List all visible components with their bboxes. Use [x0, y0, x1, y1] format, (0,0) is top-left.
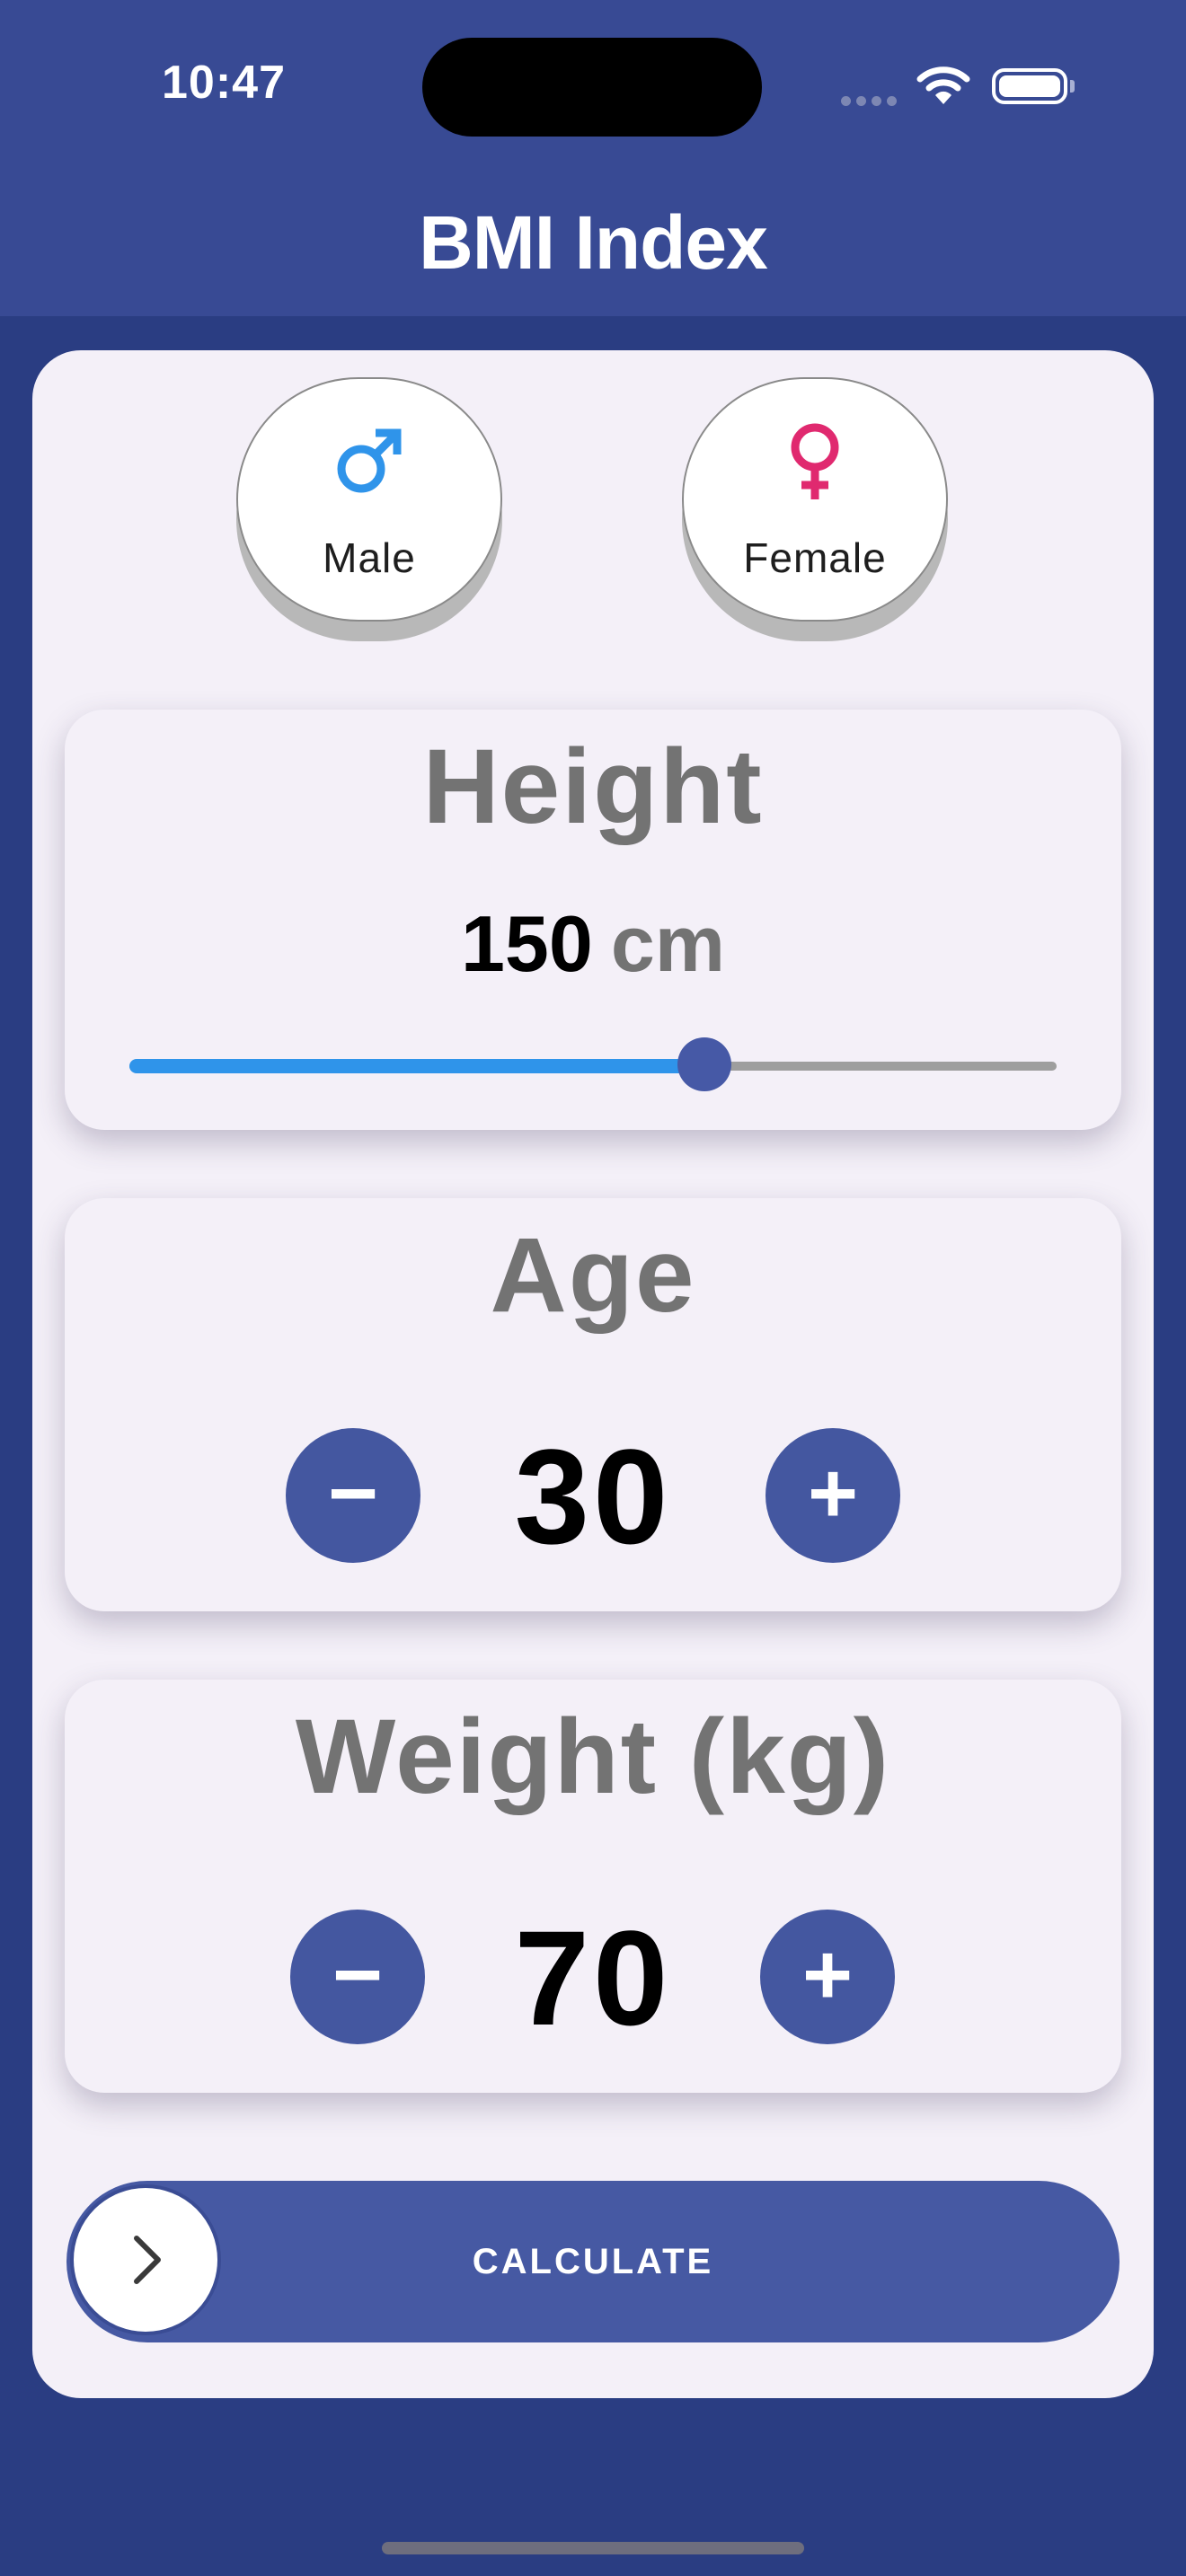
weight-title: Weight (kg) — [295, 1698, 891, 1816]
weight-value: 70 — [514, 1902, 672, 2053]
home-indicator — [382, 2542, 804, 2554]
female-icon — [684, 417, 946, 519]
height-title: Height — [422, 728, 764, 846]
calculate-button[interactable]: CALCULATE — [66, 2181, 1120, 2342]
page-title: BMI Index — [419, 200, 768, 285]
male-label: Male — [323, 534, 416, 581]
dynamic-island — [422, 38, 762, 137]
age-value: 30 — [514, 1421, 672, 1572]
female-button[interactable]: Female — [682, 377, 948, 622]
age-increment-button[interactable]: + — [766, 1428, 900, 1563]
male-button[interactable]: Male — [236, 377, 502, 622]
height-slider-thumb[interactable] — [677, 1037, 731, 1091]
signal-icon — [841, 94, 902, 110]
plus-icon: + — [807, 1445, 859, 1541]
height-unit: cm — [610, 899, 725, 988]
status-time: 10:47 — [162, 57, 286, 109]
weight-increment-button[interactable]: + — [760, 1910, 895, 2044]
wifi-icon — [916, 66, 970, 104]
female-label: Female — [743, 534, 887, 581]
battery-icon — [992, 68, 1075, 104]
calculate-label: CALCULATE — [472, 2242, 714, 2281]
age-title: Age — [490, 1216, 696, 1335]
height-value: 150 — [460, 899, 593, 988]
height-slider-fill — [129, 1059, 704, 1073]
plus-icon: + — [801, 1927, 854, 2023]
male-icon — [238, 417, 500, 516]
height-readout: 150 cm — [0, 898, 1186, 990]
height-slider[interactable] — [129, 1037, 1057, 1091]
